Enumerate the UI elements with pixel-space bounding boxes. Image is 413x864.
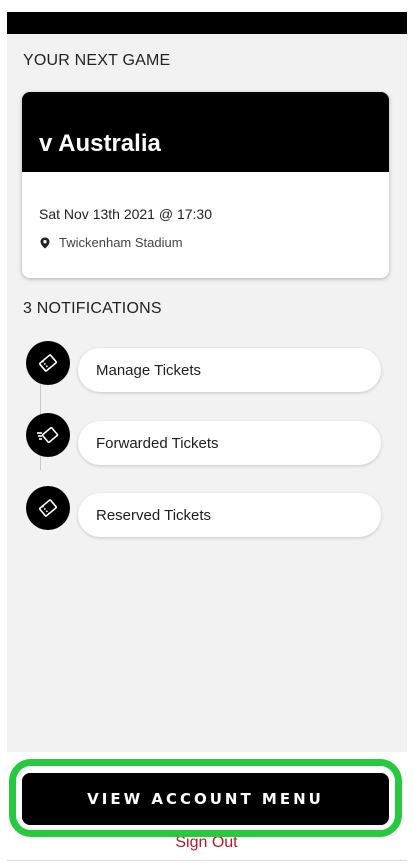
next-game-card[interactable]: v Australia: [22, 92, 389, 278]
game-card-header: v Australia: [22, 92, 389, 172]
bottom-divider: [7, 860, 407, 861]
forward-ticket-icon: [26, 413, 70, 457]
ticket-icon: [26, 486, 70, 530]
top-status-bar: [7, 12, 407, 34]
notification-forwarded-tickets[interactable]: Forwarded Tickets: [78, 421, 381, 465]
next-game-heading: YOUR NEXT GAME: [23, 52, 171, 69]
notification-label: Reserved Tickets: [96, 506, 212, 524]
notification-label: Forwarded Tickets: [96, 434, 219, 452]
notification-label: Manage Tickets: [96, 361, 202, 379]
notifications-heading: 3 NOTIFICATIONS: [23, 300, 162, 317]
game-venue: Twickenham Stadium: [39, 235, 183, 250]
notification-reserved-tickets[interactable]: Reserved Tickets: [78, 493, 381, 537]
ticket-icon: [26, 341, 70, 385]
game-opponent: v Australia: [39, 130, 161, 157]
location-pin-icon: [39, 237, 51, 249]
game-datetime: Sat Nov 13th 2021 @ 17:30: [39, 206, 212, 222]
game-venue-text: Twickenham Stadium: [59, 235, 183, 250]
notification-manage-tickets[interactable]: Manage Tickets: [78, 348, 381, 392]
main-panel: YOUR NEXT GAME v Australia 3 NOTIFICATIO…: [7, 34, 407, 752]
view-account-menu-button[interactable]: VIEW ACCOUNT MENU: [22, 773, 389, 825]
